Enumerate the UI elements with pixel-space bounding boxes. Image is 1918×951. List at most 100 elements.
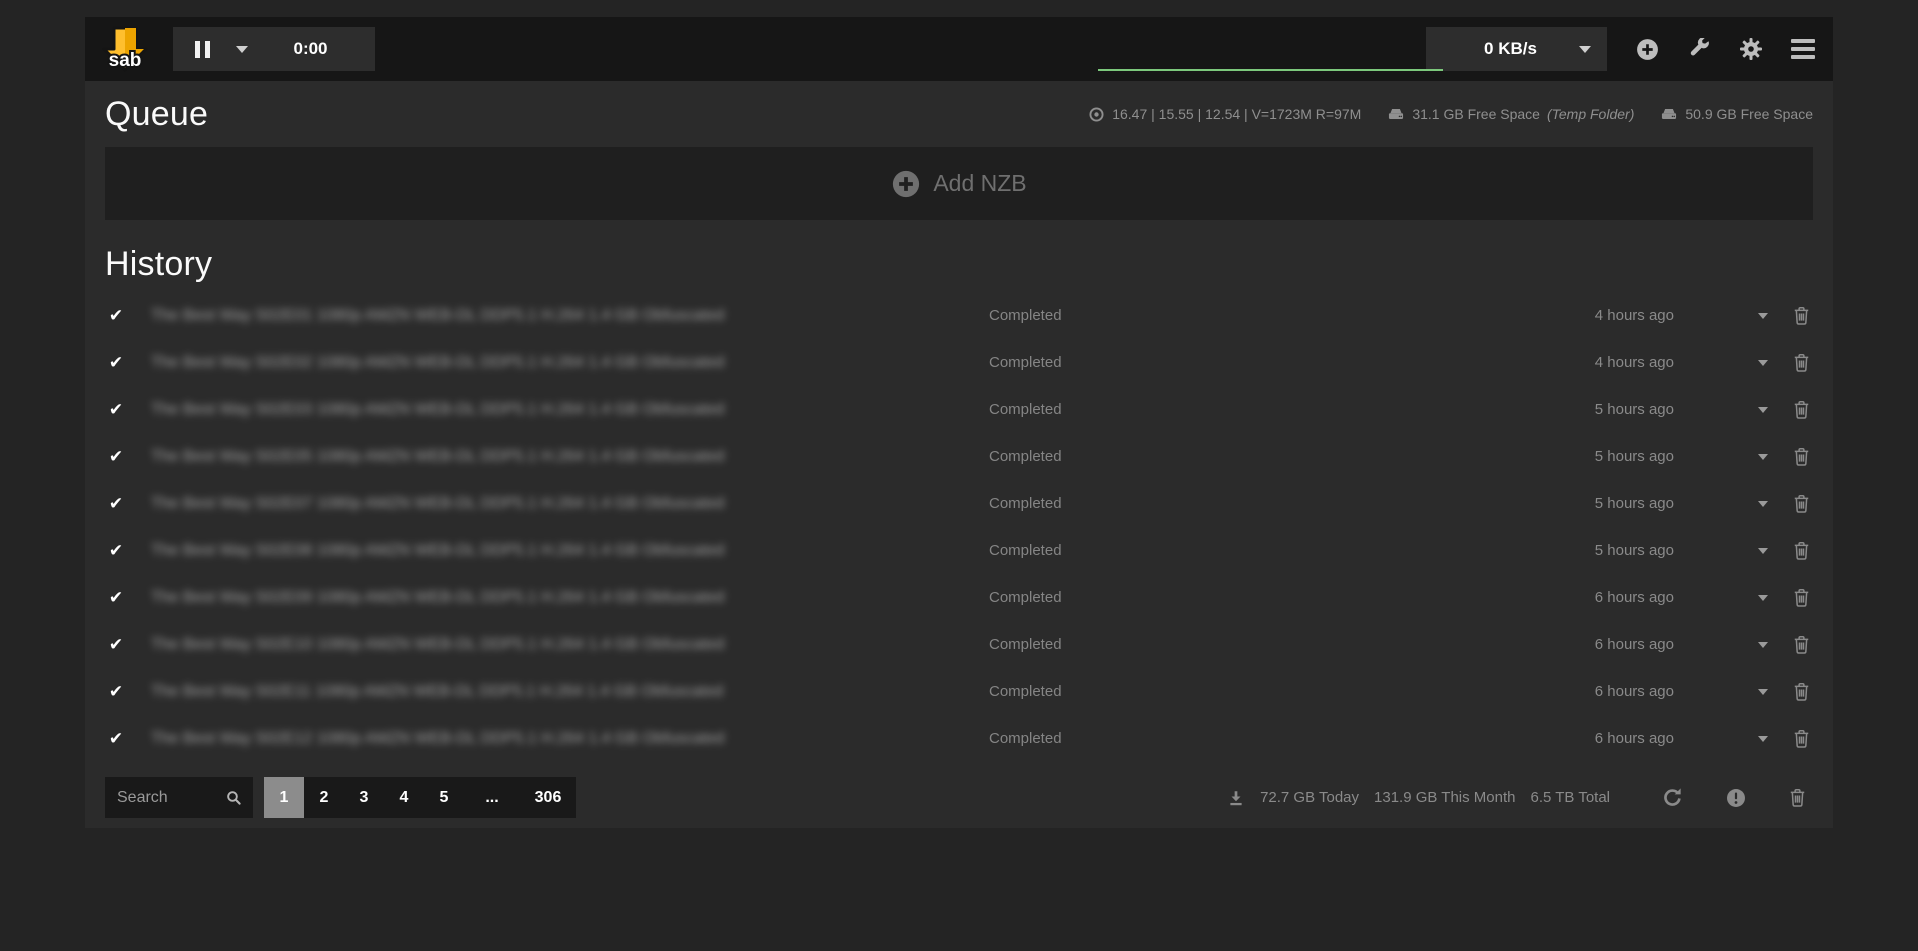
stat-today: 72.7 GB Today — [1260, 789, 1359, 806]
refresh-button[interactable] — [1661, 786, 1684, 809]
history-item-delete-button[interactable] — [1792, 493, 1811, 514]
status-button[interactable] — [1688, 38, 1711, 61]
history-item-name: The Best Way S02E12 1080p AMZN WEB-DL DD… — [151, 730, 989, 748]
history-item-dropdown[interactable] — [1758, 313, 1768, 319]
check-icon: ✔ — [105, 729, 127, 749]
trash-icon — [1792, 305, 1811, 326]
page-button[interactable]: 3 — [344, 777, 384, 818]
trash-icon — [1792, 634, 1811, 655]
history-item-dropdown[interactable] — [1758, 736, 1768, 742]
history-item-status: Completed — [989, 401, 1489, 418]
search-input[interactable] — [117, 789, 225, 807]
add-nzb-button[interactable] — [1635, 37, 1660, 62]
purge-history-button[interactable] — [1788, 787, 1807, 808]
trash-icon — [1792, 728, 1811, 749]
pause-options-dropdown[interactable] — [224, 27, 260, 71]
chevron-down-icon — [1758, 407, 1768, 413]
history-item-delete-button[interactable] — [1792, 352, 1811, 373]
history-item-name: The Best Way S02E02 1080p AMZN WEB-DL DD… — [151, 354, 989, 372]
chevron-down-icon — [1758, 313, 1768, 319]
trash-icon — [1792, 540, 1811, 561]
history-row: ✔ The Best Way S02E01 1080p AMZN WEB-DL … — [105, 292, 1813, 339]
history-item-name: The Best Way S02E05 1080p AMZN WEB-DL DD… — [151, 448, 989, 466]
history-item-delete-button[interactable] — [1792, 540, 1811, 561]
history-item-age: 5 hours ago — [1595, 542, 1674, 559]
settings-button[interactable] — [1739, 37, 1763, 61]
history-item-dropdown[interactable] — [1758, 642, 1768, 648]
chevron-down-icon — [1758, 360, 1768, 366]
chevron-down-icon — [1758, 736, 1768, 742]
history-item-dropdown[interactable] — [1758, 595, 1768, 601]
search-icon[interactable] — [225, 789, 243, 807]
history-item-delete-button[interactable] — [1792, 587, 1811, 608]
history-item-dropdown[interactable] — [1758, 407, 1768, 413]
history-item-dropdown[interactable] — [1758, 689, 1768, 695]
sab-logo[interactable]: sab — [101, 25, 149, 73]
gear-icon — [1739, 37, 1763, 61]
pagination: 1 2 3 4 5 ... 306 — [264, 777, 576, 818]
history-info-button[interactable] — [1725, 787, 1747, 809]
page-button[interactable]: ... — [464, 777, 520, 818]
history-item-name: The Best Way S02E10 1080p AMZN WEB-DL DD… — [151, 636, 989, 654]
page-button[interactable]: 1 — [264, 777, 304, 818]
history-row: ✔ The Best Way S02E08 1080p AMZN WEB-DL … — [105, 527, 1813, 574]
history-item-delete-button[interactable] — [1792, 634, 1811, 655]
check-icon: ✔ — [105, 400, 127, 420]
check-icon: ✔ — [105, 447, 127, 467]
history-footer: 1 2 3 4 5 ... 306 72.7 GB Today — [105, 777, 1813, 818]
speed-value: 0 KB/s — [1442, 39, 1579, 59]
trash-icon — [1792, 681, 1811, 702]
history-item-age: 4 hours ago — [1595, 307, 1674, 324]
history-item-dropdown[interactable] — [1758, 360, 1768, 366]
chevron-down-icon — [1758, 454, 1768, 460]
speed-dropdown[interactable]: 0 KB/s — [1426, 27, 1607, 71]
history-item-dropdown[interactable] — [1758, 454, 1768, 460]
history-item-age: 6 hours ago — [1595, 730, 1674, 747]
plus-circle-icon — [891, 169, 921, 199]
chevron-down-icon — [1579, 46, 1591, 53]
queue-header: Queue 16.47 | 15.55 | 12.54 | V=1723M R=… — [105, 81, 1813, 147]
disk-free-space-stat: 50.9 GB Free Space — [1660, 105, 1813, 123]
history-item-delete-button[interactable] — [1792, 446, 1811, 467]
history-item-dropdown[interactable] — [1758, 501, 1768, 507]
add-nzb-label: Add NZB — [933, 170, 1026, 197]
main-menu-button[interactable] — [1791, 39, 1815, 59]
history-item-delete-button[interactable] — [1792, 399, 1811, 420]
stat-total: 6.5 TB Total — [1531, 789, 1611, 806]
history-item-delete-button[interactable] — [1792, 728, 1811, 749]
target-icon — [1088, 106, 1105, 123]
history-item-name: The Best Way S02E03 1080p AMZN WEB-DL DD… — [151, 401, 989, 419]
queue-title: Queue — [105, 95, 208, 134]
page-button[interactable]: 306 — [520, 777, 576, 818]
chevron-down-icon — [1758, 689, 1768, 695]
history-item-age: 6 hours ago — [1595, 589, 1674, 606]
pause-control-group: 0:00 — [173, 27, 375, 71]
add-nzb-dropzone[interactable]: Add NZB — [105, 147, 1813, 220]
download-icon — [1227, 789, 1245, 807]
history-header: History — [105, 237, 1813, 292]
history-item-delete-button[interactable] — [1792, 305, 1811, 326]
wrench-icon — [1688, 38, 1711, 61]
check-icon: ✔ — [105, 306, 127, 326]
history-item-status: Completed — [989, 307, 1489, 324]
history-item-age: 5 hours ago — [1595, 448, 1674, 465]
page-button[interactable]: 5 — [424, 777, 464, 818]
history-title: History — [105, 245, 212, 284]
history-item-delete-button[interactable] — [1792, 681, 1811, 702]
history-row: ✔ The Best Way S02E02 1080p AMZN WEB-DL … — [105, 339, 1813, 386]
main-panel: Queue 16.47 | 15.55 | 12.54 | V=1723M R=… — [85, 81, 1833, 828]
history-row: ✔ The Best Way S02E03 1080p AMZN WEB-DL … — [105, 386, 1813, 433]
history-item-dropdown[interactable] — [1758, 548, 1768, 554]
history-row: ✔ The Best Way S02E12 1080p AMZN WEB-DL … — [105, 715, 1813, 762]
page-button[interactable]: 2 — [304, 777, 344, 818]
history-item-status: Completed — [989, 636, 1489, 653]
trash-icon — [1792, 587, 1811, 608]
chevron-down-icon — [236, 46, 248, 53]
refresh-icon — [1661, 786, 1684, 809]
pause-button[interactable] — [173, 27, 224, 71]
history-item-name: The Best Way S02E07 1080p AMZN WEB-DL DD… — [151, 495, 989, 513]
history-item-age: 5 hours ago — [1595, 401, 1674, 418]
pause-icon — [195, 41, 200, 58]
page-button[interactable]: 4 — [384, 777, 424, 818]
check-icon: ✔ — [105, 588, 127, 608]
